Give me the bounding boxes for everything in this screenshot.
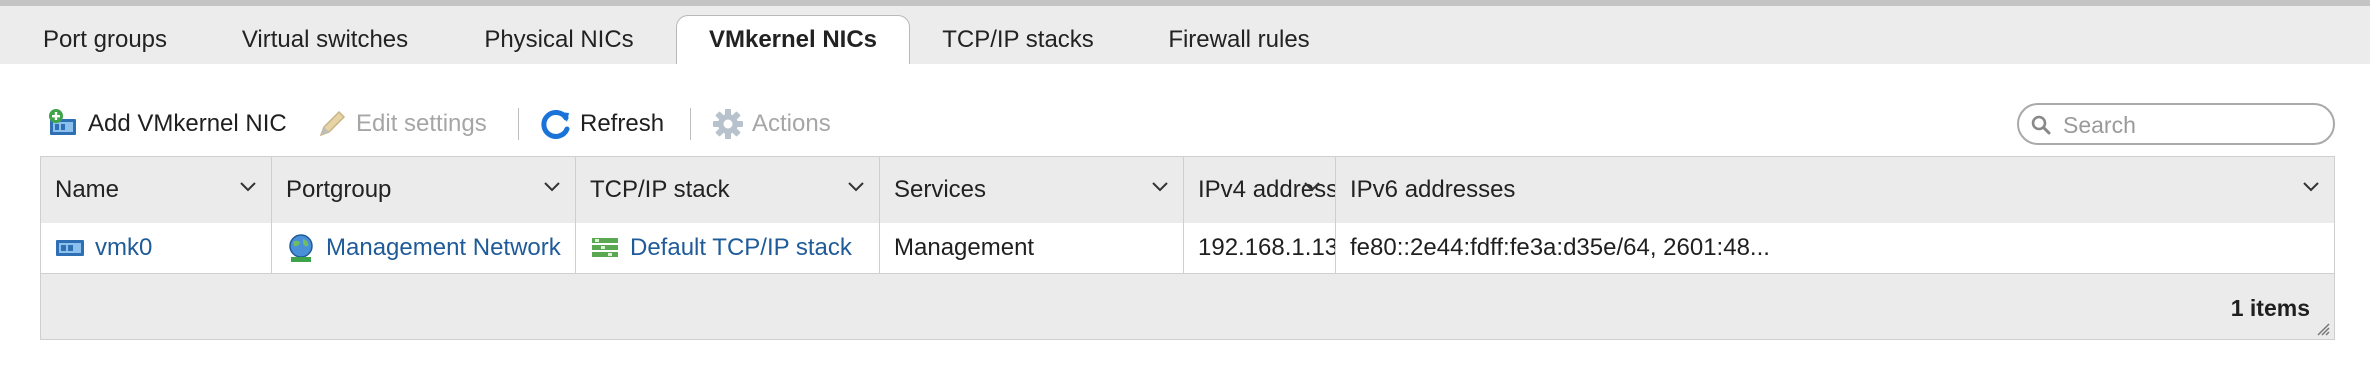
tcpip-stack-link[interactable]: Default TCP/IP stack: [630, 234, 852, 262]
search-icon: [2031, 115, 2051, 140]
column-header-name[interactable]: Name: [41, 157, 272, 223]
column-header-label: TCP/IP stack: [590, 176, 730, 203]
table-footer: 1 items: [41, 273, 2334, 340]
gear-icon: [712, 108, 744, 140]
tab-bar: Port groups Virtual switches Physical NI…: [0, 6, 2370, 66]
globe-network-icon: [286, 233, 316, 263]
add-vmkernel-nic-button[interactable]: Add VMkernel NIC: [48, 106, 287, 142]
vmkernel-nics-table: Name Portgroup TCP/IP stack Services IPv…: [40, 156, 2335, 340]
tab-tcpip-stacks[interactable]: TCP/IP stacks: [930, 16, 1106, 64]
cell-ipv4: 192.168.1.135: [1184, 223, 1336, 273]
cell-portgroup: Management Network: [272, 223, 576, 273]
chevron-down-icon: [2303, 182, 2319, 192]
ipv6-value: fe80::2e44:fdff:fe3a:d35e/64, 2601:48...: [1350, 234, 1770, 261]
column-header-portgroup[interactable]: Portgroup: [272, 157, 576, 223]
chevron-down-icon: [1152, 182, 1168, 192]
column-header-label: Services: [894, 176, 987, 203]
services-value: Management: [894, 234, 1035, 261]
item-count: 1 items: [2230, 295, 2310, 321]
table-header: Name Portgroup TCP/IP stack Services IPv…: [41, 157, 2334, 224]
ipv4-value: 192.168.1.135: [1198, 234, 1335, 261]
table-row[interactable]: vmk0 Management Network Default TCP/IP s…: [41, 223, 2334, 274]
add-vmkernel-nic-label: Add VMkernel NIC: [88, 110, 287, 137]
cell-name: vmk0: [41, 223, 272, 273]
column-header-label: Portgroup: [286, 176, 392, 203]
tab-port-groups[interactable]: Port groups: [20, 16, 190, 64]
column-header-label: IPv6 addresses: [1350, 176, 1516, 203]
tab-firewall-rules[interactable]: Firewall rules: [1150, 16, 1328, 64]
pencil-icon: [316, 108, 348, 140]
add-vmkernel-nic-icon: [48, 108, 80, 140]
cell-services: Management: [880, 223, 1184, 273]
cell-tcpip-stack: Default TCP/IP stack: [576, 223, 880, 273]
nic-icon: [55, 233, 85, 263]
column-header-label: Name: [55, 176, 120, 203]
column-header-ipv6[interactable]: IPv6 addresses: [1336, 157, 2334, 223]
chevron-down-icon: [848, 182, 864, 192]
toolbar-divider: [518, 108, 519, 140]
column-header-services[interactable]: Services: [880, 157, 1184, 223]
tab-vmkernel-nics[interactable]: VMkernel NICs: [676, 15, 910, 66]
portgroup-link[interactable]: Management Network: [326, 234, 561, 262]
chevron-down-icon: [1304, 182, 1320, 192]
refresh-icon: [540, 108, 572, 140]
column-header-tcpip-stack[interactable]: TCP/IP stack: [576, 157, 880, 223]
resize-grip-icon[interactable]: [2316, 322, 2330, 336]
refresh-label: Refresh: [580, 110, 665, 137]
vmk-name-link[interactable]: vmk0: [95, 234, 152, 262]
cell-ipv6: fe80::2e44:fdff:fe3a:d35e/64, 2601:48...: [1336, 223, 2334, 273]
chevron-down-icon: [544, 182, 560, 192]
search-box: [2017, 103, 2335, 145]
search-input[interactable]: [2061, 109, 2325, 141]
chevron-down-icon: [240, 182, 256, 192]
tcpip-stack-icon: [590, 233, 620, 263]
toolbar-divider: [690, 108, 691, 140]
actions-button[interactable]: Actions: [712, 106, 831, 142]
refresh-button[interactable]: Refresh: [540, 106, 664, 142]
edit-settings-label: Edit settings: [356, 110, 487, 137]
toolbar: Add VMkernel NIC Edit settings Refresh A…: [0, 64, 2370, 156]
actions-label: Actions: [752, 110, 831, 137]
column-header-ipv4[interactable]: IPv4 address: [1184, 157, 1336, 223]
edit-settings-button[interactable]: Edit settings: [316, 106, 487, 142]
tab-physical-nics[interactable]: Physical NICs: [468, 16, 650, 64]
tab-virtual-switches[interactable]: Virtual switches: [218, 16, 432, 64]
